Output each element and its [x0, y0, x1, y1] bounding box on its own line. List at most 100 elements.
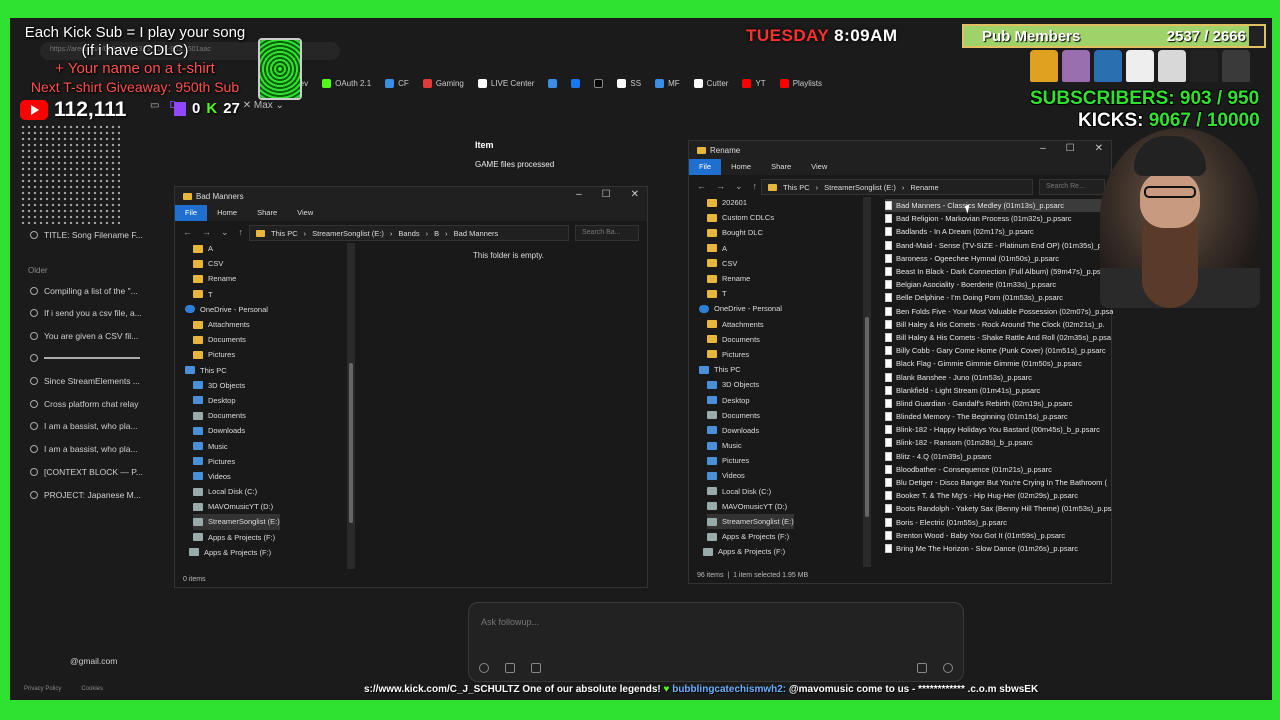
address-path[interactable]: This PC › StreamerSonglist (E:) › Rename — [761, 179, 1033, 195]
tree-item[interactable]: A — [193, 241, 280, 256]
file-row[interactable]: Billy Cobb - Gary Come Home (Punk Cover)… — [885, 344, 1113, 357]
tree-item[interactable]: Downloads — [193, 423, 280, 438]
tree-item[interactable]: Downloads — [707, 423, 794, 438]
tree-item[interactable]: Rename — [193, 271, 280, 286]
attach-icon[interactable] — [917, 663, 927, 673]
maximize-icon[interactable]: ☐ — [1066, 143, 1075, 154]
recent-icon[interactable]: ⌄ — [221, 227, 229, 238]
ribbon-tab-home[interactable]: Home — [721, 159, 761, 175]
sidebar-item[interactable]: PROJECT: Japanese M... — [30, 490, 141, 500]
tree-item[interactable]: Rename — [707, 271, 794, 286]
file-row[interactable]: Blu Detiger - Disco Banger But You're Cr… — [885, 476, 1113, 489]
tree-item[interactable]: Music — [707, 438, 794, 453]
tree-item[interactable]: MAVOmusicYT (D:) — [193, 499, 280, 514]
tree-item-selected[interactable]: StreamerSonglist (E:) — [707, 513, 794, 530]
tree-item[interactable]: Documents — [193, 408, 280, 423]
ribbon-tab-home[interactable]: Home — [207, 205, 247, 221]
file-row[interactable]: Blink-182 - Happy Holidays You Bastard (… — [885, 423, 1113, 436]
file-row[interactable]: Blankfield - Light Stream (01m41s)_p.psa… — [885, 384, 1113, 397]
tree-item-selected[interactable]: StreamerSonglist (E:) — [193, 514, 280, 530]
ribbon-tab-share[interactable]: Share — [761, 159, 801, 175]
sidebar-item[interactable]: [CONTEXT BLOCK — P... — [30, 467, 143, 477]
tree-item[interactable]: T — [193, 287, 280, 302]
file-row[interactable]: Booker T. & The Mg's - Hip Hug-Her (02m2… — [885, 489, 1113, 502]
ribbon-tab-file[interactable]: File — [689, 159, 722, 175]
tree-item[interactable]: Music — [193, 438, 280, 453]
minimize-icon[interactable]: – — [576, 189, 582, 200]
file-row[interactable]: Boris - Electric (01m55s)_p.psarc — [885, 516, 1113, 529]
close-icon[interactable]: ✕ — [1095, 143, 1103, 154]
tree-item[interactable]: Pictures — [707, 453, 794, 468]
up-icon[interactable]: ↑ — [753, 181, 758, 192]
file-row[interactable]: Baroness - Ogeechee Hymnal (01m50s)_p.ps… — [885, 252, 1113, 265]
sidebar-item[interactable]: I am a bassist, who pla... — [30, 444, 138, 454]
up-icon[interactable]: ↑ — [239, 227, 244, 238]
tree-item[interactable]: Desktop — [193, 393, 280, 408]
sidebar-item[interactable]: Since StreamElements ... — [30, 376, 140, 386]
tree-item[interactable]: Pictures — [193, 347, 280, 362]
path-segment[interactable]: StreamerSonglist (E:) — [824, 183, 896, 192]
forward-icon[interactable]: → — [202, 227, 211, 238]
bookmark-x[interactable] — [594, 78, 604, 88]
file-row[interactable]: Blink-182 - Ransom (01m28s)_b_p.psarc — [885, 436, 1113, 449]
ribbon-tab-share[interactable]: Share — [247, 205, 287, 221]
file-row[interactable]: Bad Religion - Markovian Process (01m32s… — [885, 212, 1113, 225]
file-row[interactable]: Black Flag - Gimmie Gimmie Gimmie (01m50… — [885, 357, 1113, 370]
maximize-icon[interactable]: ☐ — [602, 189, 611, 200]
bookmark-blank-1[interactable] — [548, 78, 558, 88]
tree-item[interactable]: Desktop — [707, 392, 794, 407]
tree-item[interactable]: Apps & Projects (F:) — [189, 545, 280, 560]
tree-item[interactable]: Pictures — [707, 347, 794, 362]
path-segment[interactable]: This PC — [271, 229, 298, 238]
tree-item[interactable]: 202601 — [707, 195, 794, 210]
ribbon-tab-view[interactable]: View — [287, 205, 323, 221]
path-segment[interactable]: Bands — [398, 229, 419, 238]
file-row[interactable]: Bloodbather - Consequence (01m21s)_p.psa… — [885, 463, 1113, 476]
sidebar-item[interactable] — [30, 354, 140, 362]
bookmark-yt[interactable]: YT — [742, 78, 766, 88]
sidebar-toggle-icon[interactable]: ▭ — [150, 100, 159, 111]
path-segment[interactable]: B — [434, 229, 439, 238]
address-path[interactable]: This PC › StreamerSonglist (E:) › Bands › B… — [249, 225, 569, 241]
window-titlebar[interactable]: Bad Manners – ☐ ✕ — [175, 187, 647, 205]
sidebar-item[interactable]: Compiling a list of the "... — [30, 286, 138, 296]
file-row[interactable]: Brenton Wood - Baby You Got It (01m59s)_… — [885, 529, 1113, 542]
file-row[interactable]: Blitz - 4.Q (01m39s)_p.psarc — [885, 450, 1113, 463]
sidebar-item[interactable]: I am a bassist, who pla... — [30, 421, 138, 431]
minimize-icon[interactable]: – — [1040, 143, 1046, 154]
file-row-selected[interactable]: Bad Manners - Classics Medley (01m13s)_p… — [885, 199, 1113, 213]
send-icon[interactable] — [943, 663, 953, 673]
followup-box[interactable]: Ask followup... — [468, 602, 964, 682]
bookmark-ss[interactable]: SS — [617, 78, 641, 88]
bookmark-mf[interactable]: MF — [655, 78, 680, 88]
tree-item[interactable]: OneDrive - Personal — [185, 302, 280, 317]
tree-item[interactable]: CSV — [707, 256, 794, 271]
path-segment[interactable]: This PC — [783, 183, 810, 192]
ribbon-tab-view[interactable]: View — [801, 159, 837, 175]
tree-item[interactable]: Apps & Projects (F:) — [707, 529, 794, 544]
tree-item[interactable]: Videos — [193, 469, 280, 484]
bookmark-gaming[interactable]: Gaming — [422, 78, 464, 88]
tree-item[interactable]: This PC — [185, 363, 280, 378]
tree-item[interactable]: A — [707, 241, 794, 256]
search-input[interactable]: Search Ba... — [575, 225, 639, 241]
sidebar-item[interactable]: You are given a CSV fil... — [30, 331, 138, 341]
tree-item[interactable]: 3D Objects — [707, 377, 794, 392]
ribbon-tab-file[interactable]: File — [175, 205, 208, 221]
tree-item[interactable]: Attachments — [193, 317, 280, 332]
file-row[interactable]: Badlands - In A Dream (02m17s)_p.psarc — [885, 225, 1113, 238]
tree-item[interactable]: Apps & Projects (F:) — [703, 544, 794, 559]
privacy-link[interactable]: Privacy Policy — [24, 686, 61, 692]
tree-item[interactable]: Videos — [707, 468, 794, 483]
search-input[interactable]: Search Re... — [1039, 179, 1105, 195]
file-row[interactable]: Belgian Asociality - Boerderie (01m33s)_… — [885, 278, 1113, 291]
file-row[interactable]: Band-Maid - Sense (TV-SIZE - Platinum En… — [885, 239, 1113, 252]
tab-max[interactable]: ✕ Max ⌄ — [243, 100, 284, 111]
file-row[interactable]: Blind Guardian - Gandalf's Rebirth (02m1… — [885, 397, 1113, 410]
tree-item[interactable]: Apps & Projects (F:) — [193, 530, 280, 545]
bookmark-oauth[interactable]: OAuth 2.1 — [322, 78, 371, 88]
tree-item[interactable]: Attachments — [707, 317, 794, 332]
tree-scrollbar[interactable] — [347, 243, 355, 569]
file-row[interactable]: Blinded Memory - The Beginning (01m15s)_… — [885, 410, 1113, 423]
file-row[interactable]: Bill Haley & His Comets - Shake Rattle A… — [885, 331, 1113, 344]
